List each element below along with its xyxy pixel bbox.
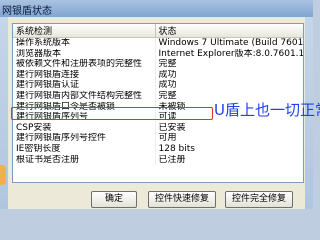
confirm-button[interactable]: 确定	[91, 191, 137, 208]
annotation-text: U盾上也一切正常	[214, 101, 320, 119]
dialog-panel: 系统检测 状态 操作系统版本 Windows 7 Ultimate (Build …	[8, 17, 320, 209]
check-item-cell: 建行网银盾口令是否被锁	[13, 101, 156, 113]
status-value-cell: 可用	[155, 133, 303, 144]
status-value-cell: Internet Explorer版本:8.0.7601.17514	[155, 48, 303, 60]
table-row[interactable]: 操作系统版本 Windows 7 Ultimate (Build 7601)	[13, 37, 303, 49]
status-value-cell: 完整	[155, 59, 303, 70]
check-item-cell: 操作系统版本	[13, 37, 156, 49]
quick-repair-button[interactable]: 控件快速修复	[148, 191, 216, 208]
check-item-cell: 浏览器版本	[13, 48, 156, 60]
check-item-cell: 建行网银盾内部文件结构完整性	[13, 90, 156, 102]
table-row[interactable]: 建行网银盾认证 成功	[13, 80, 303, 91]
check-item-cell: 建行网银盾认证	[13, 80, 156, 91]
left-window-edge	[0, 17, 8, 209]
window-title: 网银盾状态	[2, 6, 52, 17]
full-repair-button[interactable]: 控件完全修复	[225, 191, 293, 208]
check-item-cell: IE密钥长度	[13, 143, 156, 155]
status-value-cell: Windows 7 Ultimate (Build 7601)	[155, 37, 303, 49]
table-row[interactable]: 建行网银盾序列号控件 可用	[13, 133, 303, 144]
table-row[interactable]: 被依赖文件和注册表项的完整性 完整	[13, 59, 303, 70]
table-row[interactable]: 根证书是否注册 已注册	[13, 154, 303, 166]
status-value-cell: 成功	[155, 80, 303, 91]
column-header-status[interactable]: 状态	[155, 24, 303, 38]
table-row[interactable]: 建行网银盾连接 成功	[13, 69, 303, 81]
status-value-cell: 128 bits	[155, 143, 303, 155]
check-item-cell: 被依赖文件和注册表项的完整性	[13, 59, 156, 70]
column-header-check[interactable]: 系统检测	[13, 24, 156, 38]
title-bar: 网银盾状态	[0, 0, 313, 17]
check-item-cell: 根证书是否注册	[13, 154, 156, 166]
check-item-cell: 建行网银盾序列号	[13, 112, 156, 123]
check-item-cell: 建行网银盾序列号控件	[13, 133, 156, 144]
check-item-cell: 建行网银盾连接	[13, 69, 156, 81]
table-row[interactable]: CSP安装 已安装	[13, 122, 303, 134]
table-header-row: 系统检测 状态	[13, 24, 303, 38]
table-row[interactable]: IE密钥长度 128 bits	[13, 143, 303, 155]
status-value-cell: 成功	[155, 69, 303, 81]
status-value-cell: 已注册	[155, 154, 303, 166]
check-item-cell: CSP安装	[13, 122, 156, 134]
table-row[interactable]: 浏览器版本Internet Explorer版本:8.0.7601.17514	[13, 48, 303, 60]
status-value-cell: 已安装	[155, 122, 303, 134]
background-icon-fragment	[0, 165, 6, 185]
